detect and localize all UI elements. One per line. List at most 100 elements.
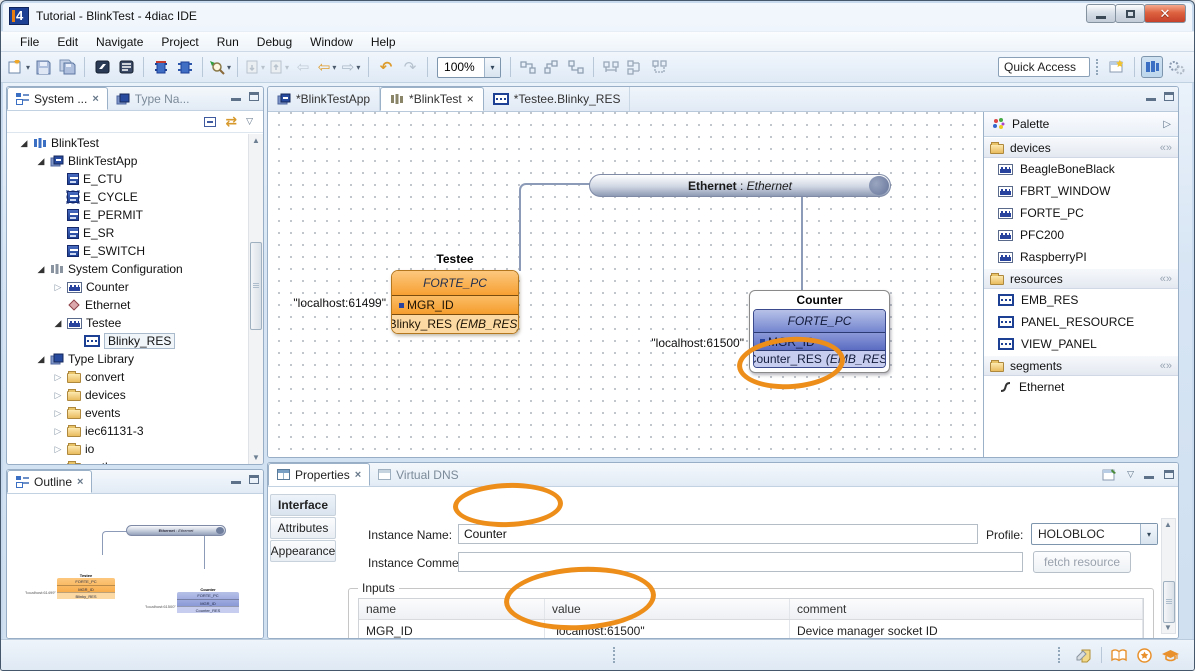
tree-item-counter-device[interactable]: ▷Counter (7, 278, 248, 296)
palette-item-raspberrypi[interactable]: RaspberryPI (984, 246, 1178, 268)
tree-item-e-cycle[interactable]: E_CYCLE (7, 188, 248, 206)
testee-resource-row[interactable]: Blinky_RES (EMB_RES) (392, 314, 518, 333)
tab-blinktestapp[interactable]: *BlinkTestApp (268, 87, 380, 111)
scroll-up-icon[interactable]: ▲ (250, 134, 262, 147)
tutorial-book-icon[interactable] (1110, 648, 1128, 663)
counter-device-block[interactable]: Counter FORTE_PC MGR_ID Counter_RES (EMB… (749, 290, 890, 373)
tab-system-management[interactable]: System ... × (7, 87, 108, 110)
minimize-view-icon[interactable] (231, 98, 241, 101)
quick-access-input[interactable] (998, 57, 1090, 77)
testee-device-type[interactable]: FORTE_PC (392, 271, 518, 295)
drawer-pin-icon[interactable]: «» (1160, 360, 1172, 372)
layout-nodes-button-2[interactable] (541, 56, 563, 78)
close-tab-icon[interactable]: × (355, 469, 361, 481)
counter-device-title[interactable]: Counter (753, 293, 886, 309)
new-system-button[interactable] (115, 56, 137, 78)
expand-arrow-icon[interactable]: ◢ (53, 318, 63, 329)
side-tab-interface[interactable]: Interface (270, 494, 336, 516)
testee-device-block[interactable]: FORTE_PC MGR_ID Blinky_RES (EMB_RES) (391, 270, 519, 334)
tab-outline[interactable]: Outline × (7, 470, 92, 493)
layout-nodes-button-3[interactable] (565, 56, 587, 78)
maximize-view-icon[interactable] (1164, 470, 1174, 479)
menu-debug[interactable]: Debug (248, 33, 301, 51)
tree-item-e-sr[interactable]: E_SR (7, 224, 248, 242)
tree-item-testee-device[interactable]: ◢Testee (7, 314, 248, 332)
inputs-table-row[interactable]: MGR_ID "localhost:61500" Device manager … (359, 620, 1143, 639)
cell-comment[interactable]: Device manager socket ID (790, 620, 1143, 639)
scroll-down-icon[interactable]: ▼ (1164, 623, 1172, 632)
deploy-button-disabled[interactable]: ▾ (244, 56, 266, 78)
palette-item-beagleb[interactable]: BeagleBoneBlack (984, 158, 1178, 180)
menu-run[interactable]: Run (208, 33, 248, 51)
zoom-select[interactable]: 100% ▾ (437, 57, 501, 78)
layout-nodes-button-1[interactable] (517, 56, 539, 78)
menu-edit[interactable]: Edit (48, 33, 87, 51)
tree-item-convert[interactable]: ▷convert (7, 368, 248, 386)
palette-item-forte-pc[interactable]: FORTE_PC (984, 202, 1178, 224)
maximize-view-icon[interactable] (1164, 92, 1174, 101)
tree-item-blinktestapp[interactable]: ◢BlinkTestApp (7, 152, 248, 170)
tree-item-e-permit[interactable]: E_PERMIT (7, 206, 248, 224)
redo-button[interactable]: ↷ (399, 56, 421, 78)
whats-new-icon[interactable] (1075, 647, 1093, 663)
palette-collapse-icon[interactable]: ▷ (1163, 119, 1171, 130)
tab-testee-blinky-res[interactable]: *Testee.Blinky_RES (484, 87, 631, 111)
tree-item-ethernet-segment[interactable]: Ethernet (7, 296, 248, 314)
outline-canvas[interactable]: Ethernet : Ethernet Testee FORTE_PC MGR_… (7, 495, 263, 638)
badge-icon[interactable] (1136, 647, 1153, 664)
expand-arrow-icon[interactable]: ▷ (53, 282, 63, 293)
minimize-view-icon[interactable] (1144, 476, 1154, 479)
tree-item-system-configuration[interactable]: ◢System Configuration (7, 260, 248, 278)
close-tab-icon[interactable]: × (77, 476, 83, 488)
system-configuration-canvas[interactable]: Ethernet : Ethernet Testee FORTE_PC MGR_… (268, 112, 983, 457)
tab-blinktest[interactable]: *BlinkTest × (380, 87, 484, 111)
counter-device-type[interactable]: FORTE_PC (754, 310, 885, 332)
maximize-view-icon[interactable] (249, 92, 259, 101)
palette-header[interactable]: Palette ▷ (984, 112, 1178, 137)
tree-item-iec61131-3[interactable]: ▷iec61131-3 (7, 422, 248, 440)
scrollbar-thumb[interactable] (250, 242, 262, 330)
palette-item-fbrt-window[interactable]: FBRT_WINDOW (984, 180, 1178, 202)
expand-arrow-icon[interactable]: ◢ (19, 138, 29, 149)
close-tab-icon[interactable]: × (92, 93, 98, 105)
back-button[interactable]: ⇦▾ (316, 56, 338, 78)
properties-scrollbar[interactable]: ▲ ▼ (1161, 518, 1176, 634)
tab-virtual-dns[interactable]: Virtual DNS (370, 463, 466, 486)
palette-item-panel-resource[interactable]: PANEL_RESOURCE (984, 311, 1178, 333)
connection-counter-ethernet[interactable] (801, 197, 803, 291)
link-with-editor-icon[interactable]: ⇄ (225, 113, 237, 130)
explorer-scrollbar[interactable]: ▲ ▼ (248, 134, 263, 464)
connection-testee-ethernet[interactable] (519, 183, 590, 271)
expand-arrow-icon[interactable]: ▷ (53, 372, 63, 383)
counter-mgr-id-row[interactable]: MGR_ID (754, 332, 885, 350)
data-pin-icon[interactable] (399, 303, 404, 308)
save-all-button[interactable] (56, 56, 78, 78)
cell-value[interactable]: "localhost:61500" (545, 620, 790, 639)
counter-resource-row[interactable]: Counter_RES (EMB_RES) (754, 350, 885, 367)
title-bar[interactable]: Tutorial - BlinkTest - 4diac IDE ✕ (1, 1, 1194, 31)
side-tab-attributes[interactable]: Attributes (270, 517, 336, 539)
view-menu-icon[interactable]: ▽ (1127, 469, 1134, 480)
palette-item-ethernet[interactable]: Ethernet (984, 376, 1178, 398)
new-fb-type-button[interactable] (150, 56, 172, 78)
menu-project[interactable]: Project (152, 33, 207, 51)
undo-button[interactable]: ↶ (375, 56, 397, 78)
tree-item-devices[interactable]: ▷devices (7, 386, 248, 404)
ethernet-segment[interactable]: Ethernet : Ethernet (589, 174, 891, 197)
palette-item-emb-res[interactable]: EMB_RES (984, 289, 1178, 311)
close-button[interactable]: ✕ (1144, 4, 1186, 23)
column-comment[interactable]: comment (790, 599, 1143, 619)
new-wizard-button[interactable]: ▾ (8, 56, 30, 78)
instance-comment-input[interactable] (458, 552, 1023, 572)
menu-navigate[interactable]: Navigate (87, 33, 152, 51)
expand-arrow-icon[interactable]: ▷ (53, 426, 63, 437)
search-button[interactable]: ▾ (209, 56, 231, 78)
menu-window[interactable]: Window (301, 33, 362, 51)
tree-item-blinky-res[interactable]: Blinky_RES (7, 332, 248, 350)
tree-item-blinktest[interactable]: ◢BlinkTest (7, 134, 248, 152)
tree-item-type-library[interactable]: ◢Type Library (7, 350, 248, 368)
palette-group-resources[interactable]: resources «» (984, 268, 1178, 289)
maximize-view-icon[interactable] (249, 475, 259, 484)
palette-group-devices[interactable]: devices «» (984, 137, 1178, 158)
palette-item-view-panel[interactable]: VIEW_PANEL (984, 333, 1178, 355)
